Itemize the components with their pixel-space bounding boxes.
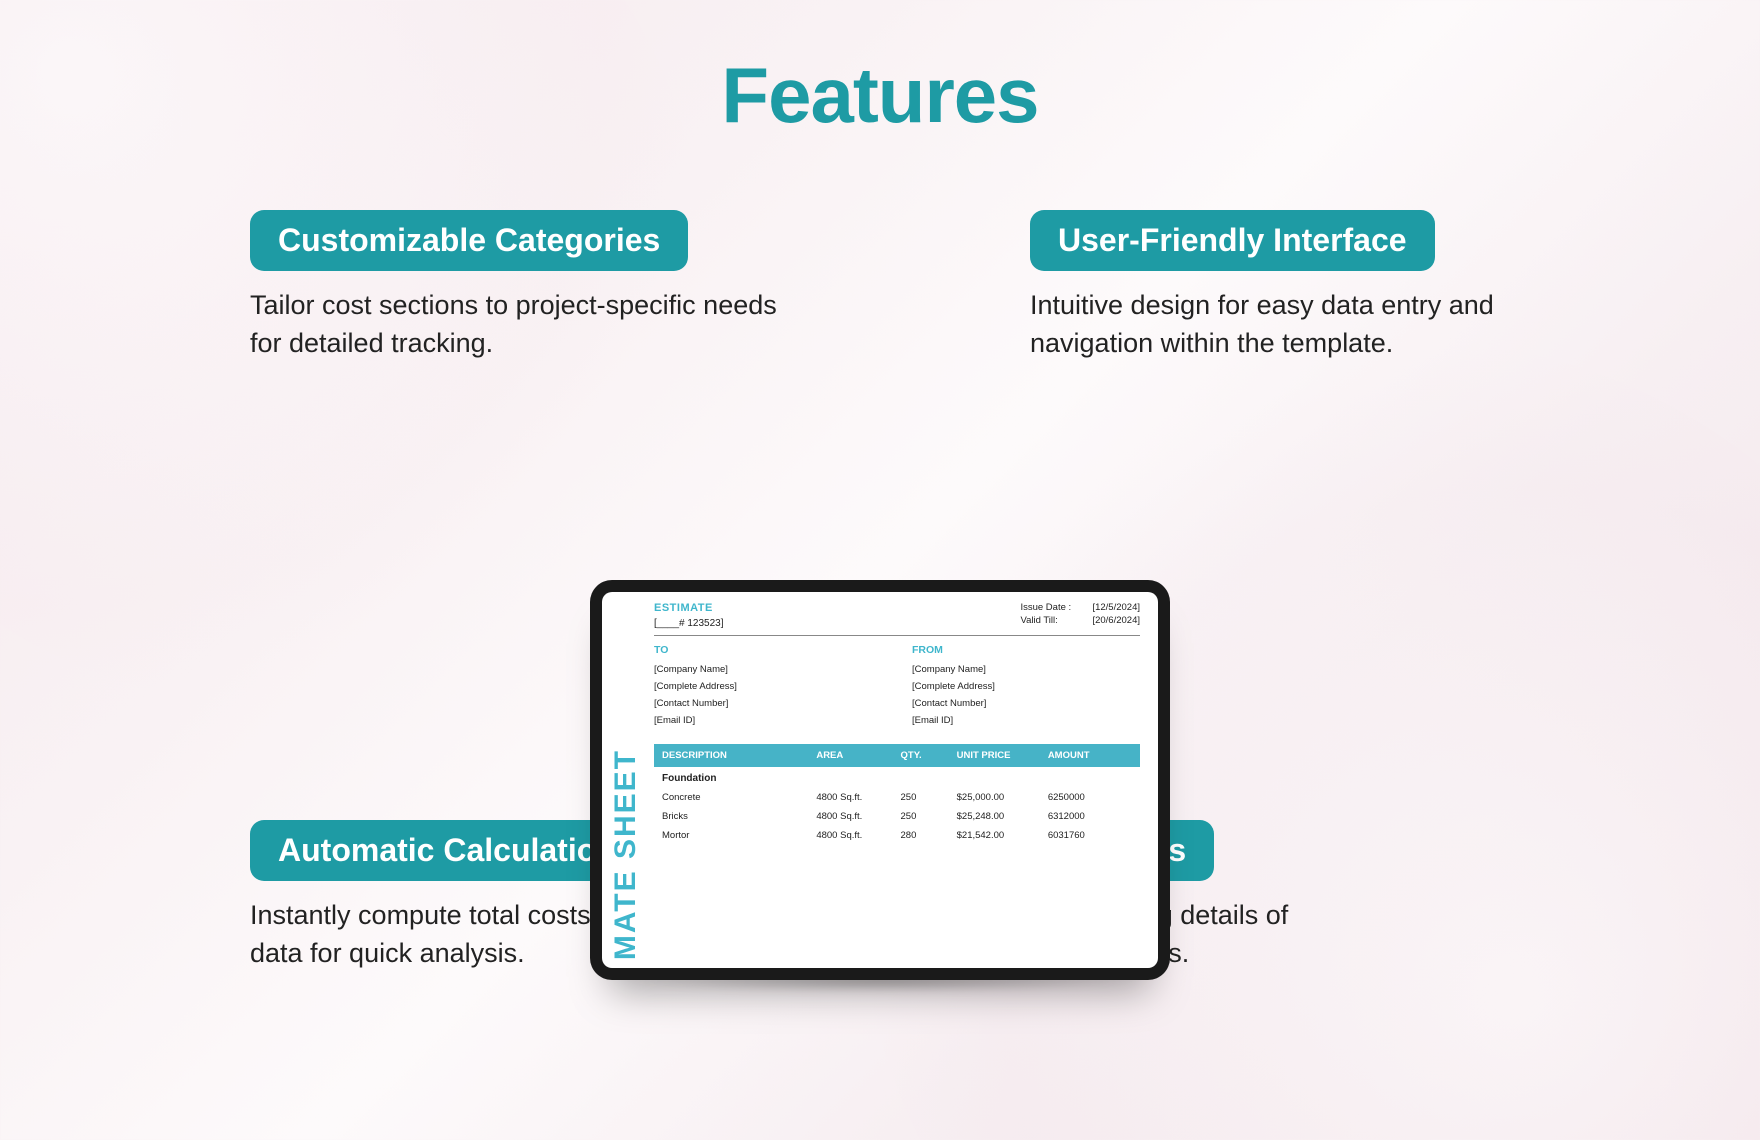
- th-area: AREA: [816, 750, 900, 761]
- feature-desc: Tailor cost sections to project-specific…: [250, 287, 810, 363]
- table-section: Foundation: [654, 767, 1140, 788]
- cell-unit: $25,248.00: [957, 811, 1048, 822]
- features-grid: Customizable Categories Tailor cost sect…: [0, 200, 1760, 1140]
- table-row: Bricks 4800 Sq.ft. 250 $25,248.00 631200…: [654, 807, 1140, 826]
- th-description: DESCRIPTION: [662, 750, 816, 761]
- th-unit-price: UNIT PRICE: [957, 750, 1048, 761]
- cell-qty: 250: [901, 811, 957, 822]
- cell-desc: Mortor: [662, 830, 816, 841]
- cell-area: 4800 Sq.ft.: [816, 811, 900, 822]
- to-email: [Email ID]: [654, 715, 882, 726]
- cell-desc: Concrete: [662, 792, 816, 803]
- sheet-side-title-text: MATE SHEET: [609, 749, 643, 960]
- cell-desc: Bricks: [662, 811, 816, 822]
- valid-till-label: Valid Till:: [1020, 615, 1078, 626]
- page-title: Features: [0, 0, 1760, 141]
- th-qty: QTY.: [901, 750, 957, 761]
- to-column: TO [Company Name] [Complete Address] [Co…: [654, 644, 882, 732]
- th-amount: AMOUNT: [1048, 750, 1132, 761]
- to-address: [Complete Address]: [654, 681, 882, 692]
- cell-qty: 280: [901, 830, 957, 841]
- cell-area: 4800 Sq.ft.: [816, 792, 900, 803]
- feature-customizable-categories: Customizable Categories Tailor cost sect…: [250, 210, 810, 363]
- from-company: [Company Name]: [912, 664, 1140, 675]
- from-contact: [Contact Number]: [912, 698, 1140, 709]
- to-contact: [Contact Number]: [654, 698, 882, 709]
- estimate-heading: ESTIMATE: [654, 602, 724, 614]
- from-email: [Email ID]: [912, 715, 1140, 726]
- cell-amount: 6312000: [1048, 811, 1132, 822]
- to-heading: TO: [654, 644, 882, 656]
- cell-amount: 6250000: [1048, 792, 1132, 803]
- table-header: DESCRIPTION AREA QTY. UNIT PRICE AMOUNT: [654, 744, 1140, 767]
- cell-unit: $21,542.00: [957, 830, 1048, 841]
- cell-unit: $25,000.00: [957, 792, 1048, 803]
- estimate-sheet: ESTIMATE [____# 123523] Issue Date : [12…: [650, 592, 1158, 968]
- feature-pill: Customizable Categories: [250, 210, 688, 271]
- to-company: [Company Name]: [654, 664, 882, 675]
- table-row: Mortor 4800 Sq.ft. 280 $21,542.00 603176…: [654, 826, 1140, 845]
- feature-pill: User-Friendly Interface: [1030, 210, 1435, 271]
- feature-desc: Intuitive design for easy data entry and…: [1030, 287, 1590, 363]
- feature-user-friendly-interface: User-Friendly Interface Intuitive design…: [1030, 210, 1590, 363]
- divider: [654, 635, 1140, 636]
- cell-qty: 250: [901, 792, 957, 803]
- from-heading: FROM: [912, 644, 1140, 656]
- table-row: Concrete 4800 Sq.ft. 250 $25,000.00 6250…: [654, 788, 1140, 807]
- cell-amount: 6031760: [1048, 830, 1132, 841]
- from-address: [Complete Address]: [912, 681, 1140, 692]
- tablet-frame: MATE SHEET ESTIMATE [____# 123523] Issue…: [590, 580, 1170, 980]
- valid-till-value: [20/6/2024]: [1092, 615, 1140, 626]
- estimate-table: DESCRIPTION AREA QTY. UNIT PRICE AMOUNT …: [654, 744, 1140, 845]
- tablet-mockup: MATE SHEET ESTIMATE [____# 123523] Issue…: [590, 580, 1170, 980]
- issue-date-label: Issue Date :: [1020, 602, 1078, 613]
- dates-block: Issue Date : [12/5/2024] Valid Till: [20…: [1020, 602, 1140, 629]
- estimate-number: [____# 123523]: [654, 618, 724, 629]
- sheet-side-title: MATE SHEET: [602, 592, 650, 968]
- tablet-screen: MATE SHEET ESTIMATE [____# 123523] Issue…: [602, 592, 1158, 968]
- issue-date-value: [12/5/2024]: [1092, 602, 1140, 613]
- from-column: FROM [Company Name] [Complete Address] […: [912, 644, 1140, 732]
- estimate-block: ESTIMATE [____# 123523]: [654, 602, 724, 629]
- cell-area: 4800 Sq.ft.: [816, 830, 900, 841]
